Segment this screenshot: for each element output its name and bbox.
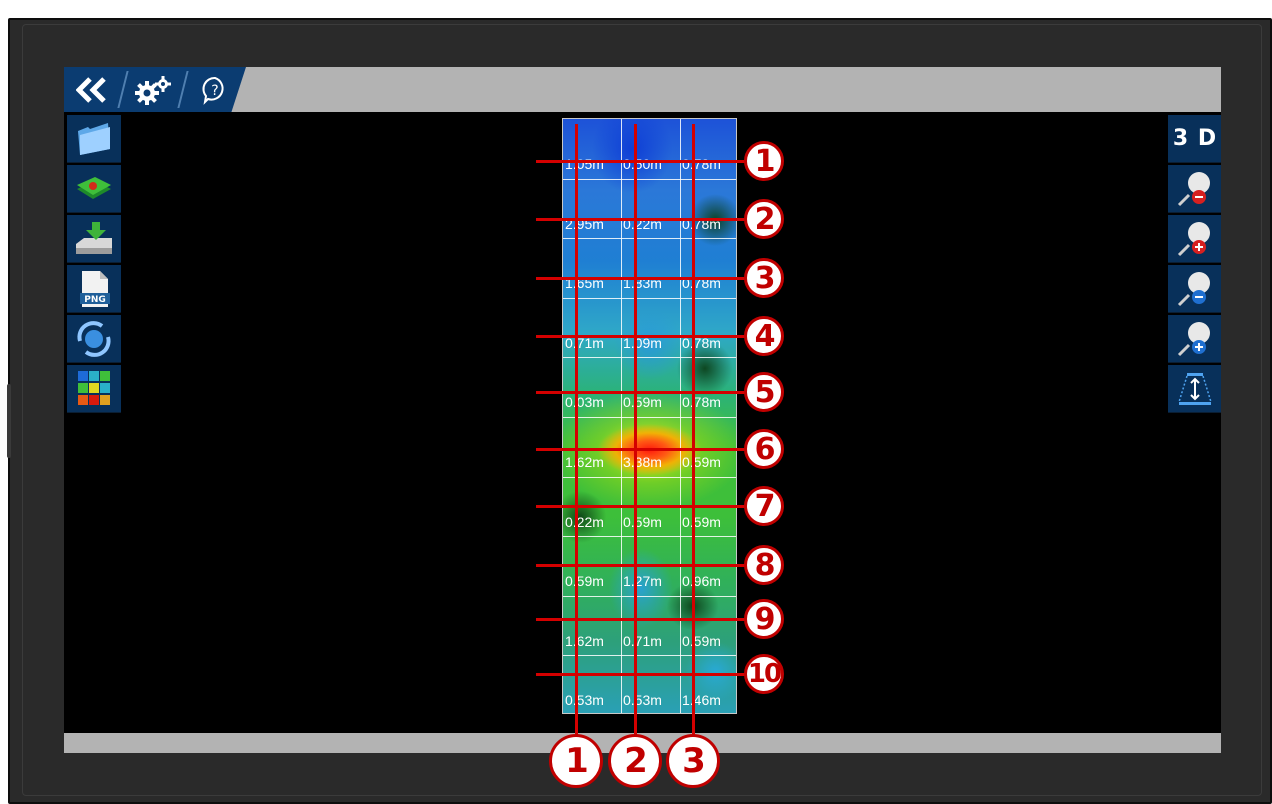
depth-value-cell: 0.59m (623, 514, 662, 530)
grid-row-divider (563, 596, 736, 597)
row-number-marker: 9 (744, 599, 784, 639)
row-guide-line (536, 335, 750, 338)
map-layers-icon (77, 176, 111, 199)
column-number-marker: 1 (549, 734, 603, 788)
column-guide-line (634, 124, 637, 740)
depth-heatmap[interactable]: 1.05m 0.50m 0.78m 2.95m 0.22m 0.78m 1.65m 1.83m… (562, 118, 737, 714)
column-number-marker: 2 (608, 734, 662, 788)
row-guide-line (536, 391, 750, 394)
zoom-in-horizontal-button[interactable] (1168, 215, 1221, 263)
grid-row-divider (563, 179, 736, 180)
row-guide-line (536, 218, 750, 221)
color-grid-icon (78, 370, 110, 405)
grid-row-divider (563, 536, 736, 537)
view-3d-button[interactable]: 3 D (1168, 115, 1221, 163)
row-number-marker: 6 (744, 429, 784, 469)
column-guide-line (692, 124, 695, 740)
depth-value-cell: 1.27m (623, 573, 662, 589)
grid-row-divider (563, 298, 736, 299)
save-to-drive-button[interactable] (67, 215, 121, 263)
grid-row-divider (563, 655, 736, 656)
row-number-marker: 7 (744, 486, 784, 526)
row-number-marker: 4 (744, 316, 784, 356)
depth-value-cell: 0.59m (682, 514, 721, 530)
row-guide-line (536, 160, 750, 163)
help-button[interactable]: ? (188, 67, 242, 112)
question-circle-icon: ? (202, 76, 224, 105)
grid-row-divider (563, 238, 736, 239)
depth-value-cell: 0.96m (682, 573, 721, 589)
png-file-icon: PNG (80, 270, 110, 307)
row-guide-line (536, 564, 750, 567)
depth-value-cell: 0.71m (623, 633, 662, 649)
row-guide-line (536, 448, 750, 451)
depth-value-cell: 0.03m (565, 394, 604, 410)
row-number-marker: 5 (744, 372, 784, 412)
double-chevron-left-icon (76, 76, 106, 103)
rotate-view-button[interactable] (67, 315, 121, 363)
grid-column-divider (621, 119, 622, 713)
magnifier-minus-icon (1177, 271, 1210, 306)
column-guide-line (575, 124, 578, 740)
device-side-button (7, 384, 11, 458)
depth-value-cell: 0.59m (623, 394, 662, 410)
view-3d-label: 3 D (1172, 126, 1218, 151)
back-button[interactable] (66, 67, 120, 112)
row-number-marker: 8 (744, 545, 784, 585)
zoom-out-vertical-button[interactable] (1168, 265, 1221, 313)
depth-value-cell: 1.62m (565, 633, 604, 649)
depth-scale-button[interactable] (1168, 365, 1221, 413)
depth-value-cell: 0.78m (682, 156, 721, 172)
depth-value-cell: 1.05m (565, 156, 604, 172)
map-layer-button[interactable] (67, 165, 121, 213)
depth-value-cell: 0.78m (682, 394, 721, 410)
magnifier-plus-icon (1177, 321, 1210, 356)
depth-value-cell: 0.59m (565, 573, 604, 589)
top-toolbar: ? (64, 67, 1221, 112)
open-folder-button[interactable] (67, 115, 121, 163)
row-guide-line (536, 505, 750, 508)
row-number-marker: 10 (744, 654, 784, 694)
rotate-globe-icon (77, 320, 111, 357)
settings-button[interactable] (126, 67, 180, 112)
row-guide-line (536, 277, 750, 280)
depth-value-cell: 0.22m (565, 514, 604, 530)
zoom-out-horizontal-button[interactable] (1168, 165, 1221, 213)
depth-value-cell: 3.38m (623, 454, 662, 470)
depth-value-cell: 1.62m (565, 454, 604, 470)
depth-value-cell: 0.53m (623, 692, 662, 708)
row-number-marker: 2 (744, 199, 784, 239)
svg-text:?: ? (211, 83, 218, 99)
magnifier-plus-icon (1177, 221, 1210, 256)
row-number-marker: 3 (744, 258, 784, 298)
color-grid-button[interactable] (67, 365, 121, 413)
depth-value-cell: 0.50m (623, 156, 662, 172)
depth-arrow-icon (1178, 372, 1212, 405)
grid-row-divider (563, 417, 736, 418)
row-guide-line (536, 618, 750, 621)
grid-row-divider (563, 357, 736, 358)
magnifier-minus-icon (1177, 171, 1210, 206)
zoom-in-vertical-button[interactable] (1168, 315, 1221, 363)
row-guide-line (536, 673, 750, 676)
depth-value-cell: 1.46m (682, 692, 721, 708)
depth-value-cell: 0.59m (682, 454, 721, 470)
gears-icon (135, 75, 171, 105)
export-png-button[interactable]: PNG (67, 265, 121, 313)
app-screen: ? PNG 3 D 1.05m 0.50m 0.78m 2.95m 0.22m … (64, 67, 1221, 753)
folder-icon (78, 122, 110, 155)
column-number-marker: 3 (666, 734, 720, 788)
row-number-marker: 1 (744, 141, 784, 181)
download-drive-icon (76, 221, 112, 254)
grid-row-divider (563, 477, 736, 478)
grid-column-divider (680, 119, 681, 713)
depth-value-cell: 0.59m (682, 633, 721, 649)
svg-text:PNG: PNG (84, 295, 106, 305)
toolbar-tab-group: ? (64, 67, 246, 112)
depth-value-cell: 0.53m (565, 692, 604, 708)
